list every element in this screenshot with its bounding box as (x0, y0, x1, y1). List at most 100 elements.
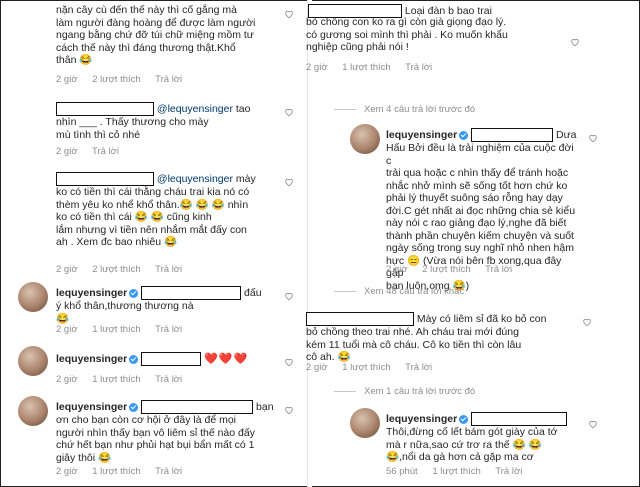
reply-link[interactable]: Trả lời (485, 264, 512, 275)
replies-divider-line (334, 390, 356, 392)
comment-item: lequyensinger Thôi,đừng cố lết bám gót g… (318, 408, 638, 484)
reply-link[interactable]: Trả lời (92, 146, 119, 157)
reply-link[interactable]: Trả lời (495, 466, 522, 477)
comment-text: lequyensinger Thôi,đừng cố lết bám gót g… (386, 412, 582, 464)
like-count-link[interactable]: 2 lượt thích (92, 74, 141, 85)
heart-outline-icon[interactable] (284, 402, 294, 415)
comment-item: @lequyensinger tao nhìn ___ . Thấy thươn… (2, 96, 302, 158)
comment-time: 2 giờ (56, 146, 78, 157)
comment-item: Mày có liêm sỉ đã ko bỏ con bỏ chồng the… (306, 308, 638, 373)
comment-line: Thôi,đừng cố lết bám gót giày của tớ (386, 426, 558, 438)
avatar[interactable] (350, 124, 380, 154)
comment-line: ko có tiền thì cái 😂 😂 cũng kinh (56, 211, 212, 223)
comment-line: Loại đàn b bao trai (402, 4, 492, 17)
like-count-link[interactable]: 1 lượt thích (432, 466, 481, 477)
comment-item: lequyensinger Dưa Hấu Bởi đều là trải ng… (318, 124, 638, 292)
replies-divider-line (334, 108, 356, 110)
comment-line: nặn cây cù đến thế này thì cố gắng mà (56, 4, 237, 16)
redacted-username (141, 352, 202, 366)
like-count-link[interactable]: 1 lượt thích (92, 466, 141, 477)
comment-line: ý khổ thân,thương thương nà (56, 300, 194, 312)
comment-line: cách thế này thì đáng thương thật.Khổ (56, 41, 236, 54)
avatar[interactable] (18, 396, 48, 426)
view-previous-replies-link[interactable]: Xem 4 câu trả lời trước đó (334, 104, 475, 115)
comment-meta: 2 giờ 1 lượt thích Trả lời (56, 466, 194, 477)
verified-badge-icon (129, 354, 139, 364)
comment-line: Hấu Bởi đều là trải nghiệm của cuộc đời … (386, 142, 574, 167)
comment-line: mà r nữa,sao cứ trơ ra thế 😂 😂 (386, 438, 542, 451)
view-more-replies-link[interactable]: Xem 48 câu trả lời khác (334, 286, 464, 297)
avatar[interactable] (18, 282, 48, 312)
comment-item: lequyensinger ❤️❤️❤️ 2 giờ 1 lượt thích … (2, 344, 302, 386)
view-replies-label[interactable]: Xem 4 câu trả lời trước đó (364, 104, 475, 115)
redacted-username (56, 172, 154, 186)
like-count-link[interactable]: 2 lượt thích (422, 264, 471, 275)
comment-line: thèm yêu ko nhể khổ thân.😂 😂 😂 nhìn (56, 198, 249, 211)
heart-outline-icon[interactable] (284, 288, 294, 301)
avatar[interactable] (18, 168, 48, 198)
reply-link[interactable]: Trả lời (405, 362, 432, 373)
comment-line: này nói c rao giảng đạo lý,nghe đã biết (386, 217, 567, 229)
comment-line: nhìn ___ . Thấy thương cho mày (56, 116, 209, 128)
mention-link[interactable]: @lequyensinger (157, 103, 233, 115)
like-count-link[interactable]: 1 lượt thích (342, 62, 391, 73)
avatar[interactable] (350, 408, 380, 438)
heart-outline-icon[interactable] (284, 6, 294, 19)
like-count-link[interactable]: 1 lượt thích (92, 374, 141, 385)
mention-link[interactable]: @lequyensinger (157, 173, 233, 185)
reply-link[interactable]: Trả lời (155, 324, 182, 335)
view-previous-replies-link[interactable]: Xem 1 câu trả lời trước đó (334, 386, 475, 397)
comment-line: ngày sống trong suy nghĩ nhỏ nhen hậm (386, 242, 574, 254)
view-replies-label[interactable]: Xem 48 câu trả lời khác (364, 286, 464, 297)
comment-line: tao (232, 102, 251, 115)
comment-line: ah . Xem đc bao nhiêu 😂 (56, 236, 178, 248)
username-link[interactable]: lequyensinger (56, 353, 127, 365)
avatar[interactable] (18, 346, 48, 376)
username-link[interactable]: lequyensinger (386, 413, 457, 425)
comment-text: bỏ chồng con ko ra gì còn già giọng đạo … (306, 16, 570, 54)
verified-badge-icon (129, 288, 139, 298)
comment-line: nghiệp cũng phải nói ! (306, 41, 409, 53)
comment-text: @lequyensinger mày ko có tiền thì cái th… (56, 172, 286, 249)
heart-outline-icon[interactable] (570, 34, 580, 47)
comment-meta: 2 giờ 1 lượt thích Trả lời (56, 324, 194, 335)
comment-line: bỏ chồng con ko ra gì còn già giọng đạo … (306, 16, 507, 28)
comment-line: người nhìn thấy bạn vô liêm sỉ thế nào đ… (56, 426, 255, 439)
comment-line: Mày có liêm sỉ đã ko bỏ con (416, 312, 547, 325)
heart-outline-icon[interactable] (588, 130, 598, 143)
reply-link[interactable]: Trả lời (155, 74, 182, 85)
comment-line: chứ hết bạn như phủi hạt bụi bẩn mất có … (56, 439, 255, 451)
comment-item: lequyensinger bạn ơn cho bạn còn cơ hội … (2, 394, 302, 484)
reply-link[interactable]: Trả lời (405, 62, 432, 73)
comment-line: thành phần chuyên kiếm chuyện và suốt (386, 229, 574, 242)
reply-link[interactable]: Trả lời (155, 466, 182, 477)
comment-time: 2 giờ (56, 74, 78, 85)
heart-outline-icon[interactable] (284, 174, 294, 187)
heart-outline-icon[interactable] (582, 314, 592, 327)
reply-link[interactable]: Trả lời (155, 374, 182, 385)
like-count-link[interactable]: 1 lượt thích (342, 362, 391, 373)
column-divider (307, 0, 312, 487)
comment-time: 2 giờ (386, 264, 408, 275)
red-hearts-emoji: ❤️❤️❤️ (204, 352, 249, 365)
replies-divider-line (334, 290, 356, 292)
avatar[interactable] (18, 98, 48, 128)
username-link[interactable]: lequyensinger (56, 287, 127, 299)
comment-meta: 2 giờ 1 lượt thích Trả lời (306, 62, 444, 73)
heart-outline-icon[interactable] (284, 104, 294, 117)
view-replies-label[interactable]: Xem 1 câu trả lời trước đó (364, 386, 475, 397)
comment-time: 2 giờ (306, 362, 328, 373)
heart-outline-icon[interactable] (284, 354, 294, 367)
redacted-username (141, 286, 242, 300)
username-link[interactable]: lequyensinger (386, 129, 457, 141)
comment-item: lequyensinger đấu ý khổ thân,thương thươ… (2, 280, 302, 340)
like-count-link[interactable]: 2 lượt thích (92, 264, 141, 275)
reply-link[interactable]: Trả lời (155, 264, 182, 275)
heart-outline-icon[interactable] (588, 416, 598, 429)
redacted-username (141, 400, 254, 414)
comment-text: Mày có liêm sỉ đã ko bỏ con bỏ chồng the… (306, 312, 576, 364)
like-count-link[interactable]: 1 lượt thích (92, 324, 141, 335)
username-link[interactable]: lequyensinger (56, 401, 127, 413)
comment-line: ơn cho bạn còn cơ hội ở đây là để mọi (56, 414, 237, 426)
comment-meta: 2 giờ 2 lượt thích Trả lời (56, 264, 194, 275)
